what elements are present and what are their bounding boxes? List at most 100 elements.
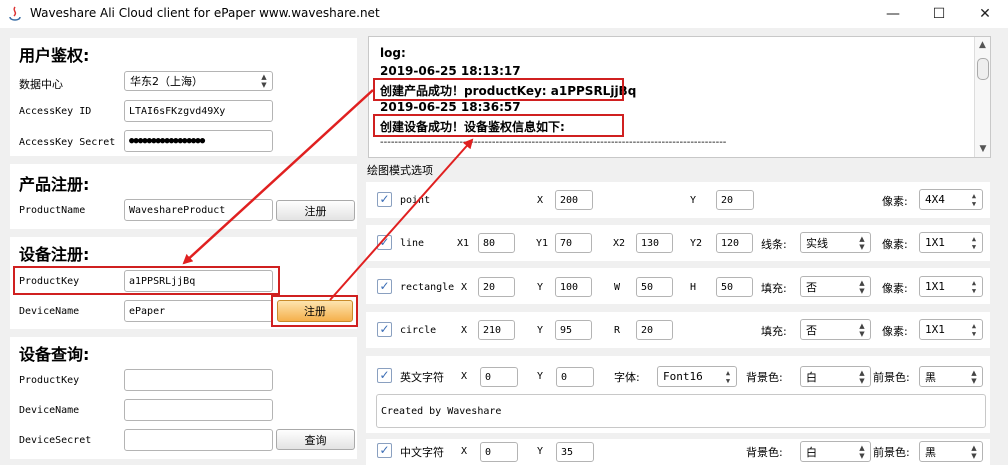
- minimize-button[interactable]: —: [870, 0, 916, 28]
- line-y2-label: Y2: [690, 238, 703, 249]
- rectangle-x-input[interactable]: 20: [478, 277, 515, 297]
- english-text-font-select[interactable]: Font16 ▲ ▼: [657, 366, 737, 387]
- scroll-down-icon[interactable]: ▼: [976, 142, 990, 156]
- chinese-text-bg-label: 背景色:: [746, 446, 783, 459]
- chinese-text-fg-select[interactable]: 黑 ▲ ▼: [919, 441, 983, 462]
- spinner-arrows-icon: ▲ ▼: [261, 73, 267, 89]
- log-scrollbar[interactable]: ▲ ▼: [974, 37, 990, 157]
- rectangle-pixel-value: 1X1: [925, 280, 945, 293]
- point-pixel-label: 像素:: [882, 195, 908, 208]
- rectangle-checkbox[interactable]: ✓: [377, 279, 392, 294]
- query-device-name-input[interactable]: [124, 399, 273, 421]
- spinner-arrows-icon: ▲ ▼: [725, 368, 731, 385]
- chinese-text-fg-label: 前景色:: [873, 446, 910, 459]
- rectangle-fill-label: 填充:: [761, 282, 787, 295]
- device-query-heading: 设备查询:: [19, 345, 90, 364]
- accesskey-id-input[interactable]: LTAI6sFKzgvd49Xy: [124, 100, 273, 122]
- maximize-button[interactable]: ☐: [916, 0, 962, 28]
- point-label: point: [400, 195, 431, 206]
- point-checkbox[interactable]: ✓: [377, 192, 392, 207]
- point-pixel-select[interactable]: 4X4 ▲ ▼: [919, 189, 983, 210]
- chinese-text-x-input[interactable]: 0: [480, 442, 518, 462]
- line-checkbox[interactable]: ✓: [377, 235, 392, 250]
- rectangle-w-label: W: [614, 282, 621, 293]
- product-name-input[interactable]: WaveshareProduct: [124, 199, 273, 221]
- spinner-arrows-icon: ▲ ▼: [971, 321, 977, 338]
- english-text-label: 英文字符: [400, 371, 444, 384]
- query-device-name-label: DeviceName: [19, 405, 80, 416]
- circle-y-input[interactable]: 95: [555, 320, 592, 340]
- chinese-text-x-label: X: [461, 446, 468, 457]
- app-icon: [8, 6, 22, 22]
- query-product-key-input[interactable]: [124, 369, 273, 391]
- english-text-content-input[interactable]: Created by Waveshare: [376, 394, 986, 428]
- english-text-font-label: 字体:: [614, 371, 640, 384]
- rectangle-y-input[interactable]: 100: [555, 277, 592, 297]
- datacenter-value: 华东2（上海）: [130, 75, 203, 88]
- accesskey-id-label: AccessKey ID: [19, 106, 92, 117]
- rectangle-h-input[interactable]: 50: [716, 277, 753, 297]
- chinese-text-bg-select[interactable]: 白 ▲ ▼: [800, 441, 871, 462]
- rectangle-h-label: H: [690, 282, 697, 293]
- accesskey-secret-label: AccessKey Secret: [19, 137, 116, 148]
- device-name-label: DeviceName: [19, 306, 80, 317]
- english-text-fg-select[interactable]: 黑 ▲ ▼: [919, 366, 983, 387]
- line-y1-input[interactable]: 70: [555, 233, 592, 253]
- english-text-bg-value: 白: [806, 370, 817, 384]
- log-line-4: 2019-06-25 18:36:57: [380, 100, 521, 114]
- english-text-fg-label: 前景色:: [873, 371, 910, 384]
- close-button[interactable]: ✕: [962, 0, 1008, 28]
- circle-r-input[interactable]: 20: [636, 320, 673, 340]
- log-line-2: 2019-06-25 18:13:17: [380, 64, 521, 78]
- circle-x-input[interactable]: 210: [478, 320, 515, 340]
- rectangle-y-label: Y: [537, 282, 544, 293]
- line-pixel-value: 1X1: [925, 236, 945, 249]
- point-y-label: Y: [690, 195, 697, 206]
- draw-options-heading: 绘图模式选项: [367, 164, 433, 177]
- circle-x-label: X: [461, 325, 468, 336]
- english-text-x-input[interactable]: 0: [480, 367, 518, 387]
- chinese-text-label: 中文字符: [400, 446, 444, 459]
- line-style-select[interactable]: 实线 ▲ ▼: [800, 232, 871, 253]
- english-text-checkbox[interactable]: ✓: [377, 368, 392, 383]
- english-text-y-input[interactable]: 0: [556, 367, 594, 387]
- product-register-button[interactable]: 注册: [276, 200, 355, 221]
- line-style-label: 线条:: [761, 238, 787, 251]
- datacenter-select[interactable]: 华东2（上海） ▲ ▼: [124, 71, 273, 91]
- highlight-box-device-created: [373, 114, 624, 137]
- circle-checkbox[interactable]: ✓: [377, 322, 392, 337]
- circle-label: circle: [400, 325, 437, 336]
- line-y2-input[interactable]: 120: [716, 233, 753, 253]
- circle-fill-select[interactable]: 否 ▲ ▼: [800, 319, 871, 340]
- english-text-x-label: X: [461, 371, 468, 382]
- rectangle-w-input[interactable]: 50: [636, 277, 673, 297]
- spinner-arrows-icon: ▲ ▼: [859, 368, 865, 385]
- point-y-input[interactable]: 20: [716, 190, 754, 210]
- rectangle-fill-select[interactable]: 否 ▲ ▼: [800, 276, 871, 297]
- line-x1-input[interactable]: 80: [478, 233, 515, 253]
- device-name-input[interactable]: ePaper: [124, 300, 273, 322]
- point-x-input[interactable]: 200: [555, 190, 593, 210]
- query-button[interactable]: 查询: [276, 429, 355, 450]
- accesskey-secret-input[interactable]: ●●●●●●●●●●●●●●●●●: [124, 130, 273, 152]
- english-text-bg-select[interactable]: 白 ▲ ▼: [800, 366, 871, 387]
- chinese-text-y-input[interactable]: 35: [556, 442, 594, 462]
- circle-pixel-select[interactable]: 1X1 ▲ ▼: [919, 319, 983, 340]
- rectangle-pixel-select[interactable]: 1X1 ▲ ▼: [919, 276, 983, 297]
- chinese-text-checkbox[interactable]: ✓: [377, 443, 392, 458]
- english-text-y-label: Y: [537, 371, 544, 382]
- log-line-1: log:: [380, 46, 406, 60]
- query-device-secret-input[interactable]: [124, 429, 273, 451]
- english-text-font-value: Font16: [663, 370, 703, 383]
- line-pixel-select[interactable]: 1X1 ▲ ▼: [919, 232, 983, 253]
- scroll-up-icon[interactable]: ▲: [976, 38, 990, 52]
- chinese-text-bg-value: 白: [806, 445, 817, 459]
- spinner-arrows-icon: ▲ ▼: [971, 368, 977, 385]
- point-x-label: X: [537, 195, 544, 206]
- scroll-thumb[interactable]: [976, 58, 989, 80]
- line-x2-input[interactable]: 130: [636, 233, 673, 253]
- highlight-box-product-created: [373, 78, 624, 101]
- line-x2-label: X2: [613, 238, 626, 249]
- line-label: line: [400, 238, 425, 249]
- highlight-box-product-key: [13, 266, 280, 295]
